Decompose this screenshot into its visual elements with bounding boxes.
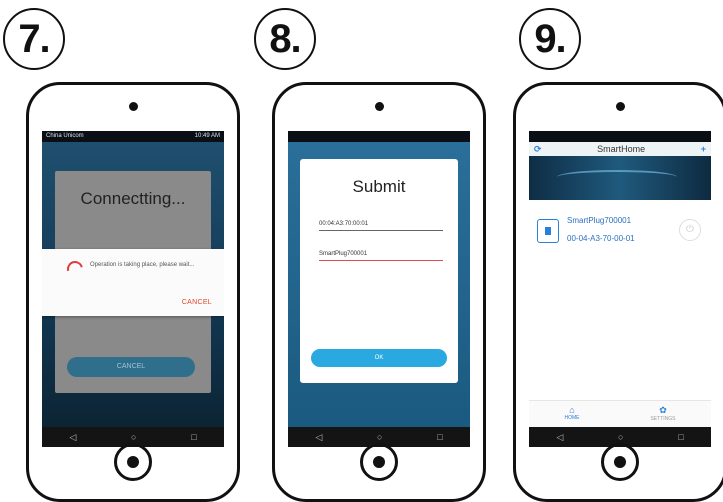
home-icon[interactable]: ○ [377, 432, 382, 442]
dialog-cancel-button[interactable]: CANCEL [67, 357, 195, 377]
screen: ⟳ SmartHome + SmartPlug700001 00-04-A3-7… [529, 131, 711, 447]
back-icon[interactable]: ◁ [69, 432, 76, 443]
tab-settings[interactable]: ✿ SETTINGS [650, 401, 675, 427]
tab-label: SETTINGS [650, 416, 676, 422]
status-bar [529, 131, 711, 142]
alert-message: Operation is taking place, please wait..… [90, 262, 195, 268]
tab-label: HOME [564, 415, 580, 421]
app-header: ⟳ SmartHome + [529, 142, 711, 156]
hardware-home-button[interactable] [601, 443, 639, 481]
back-icon[interactable]: ◁ [556, 432, 563, 443]
carrier-label: China Unicom [46, 133, 84, 139]
device-name-field[interactable]: SmartPlug700001 [319, 247, 443, 261]
step-badge-8: 8. [254, 8, 316, 70]
refresh-icon[interactable]: ⟳ [534, 144, 542, 155]
step-badge-9: 9. [519, 8, 581, 70]
alert-cancel-button[interactable]: CANCEL [182, 299, 212, 306]
dialog-title: Submit [352, 177, 406, 196]
home-icon[interactable]: ○ [131, 432, 136, 442]
spinner-icon [64, 258, 86, 280]
step-number: 8. [269, 16, 301, 61]
recent-apps-icon[interactable]: □ [678, 432, 683, 442]
back-icon[interactable]: ◁ [315, 432, 322, 443]
screen: Submit 00:04:A3:70:00:01 SmartPlug700001… [288, 131, 470, 447]
screen: China Unicom 10:49 AM Connectting... CAN… [42, 131, 224, 447]
ok-button[interactable]: OK [311, 349, 447, 367]
mac-address-field[interactable]: 00:04:A3:70:00:01 [319, 217, 443, 231]
step-badge-7: 7. [3, 8, 65, 70]
device-name: SmartPlug700001 [567, 216, 632, 225]
speaker [128, 102, 138, 111]
banner-image [529, 156, 711, 200]
plug-icon [537, 219, 559, 243]
dialog-title: Connectting... [80, 189, 186, 208]
device-mac: 00-04-A3-70-00-01 [567, 234, 635, 243]
recent-apps-icon[interactable]: □ [437, 432, 442, 442]
recent-apps-icon[interactable]: □ [191, 432, 196, 442]
hardware-home-button[interactable] [360, 443, 398, 481]
hardware-home-button[interactable] [114, 443, 152, 481]
tab-bar: ⌂ HOME ✿ SETTINGS [529, 400, 711, 427]
speaker [374, 102, 384, 111]
phone-smarthome: ⟳ SmartHome + SmartPlug700001 00-04-A3-7… [513, 82, 723, 502]
phone-submit: Submit 00:04:A3:70:00:01 SmartPlug700001… [272, 82, 486, 502]
step-number: 7. [18, 16, 50, 61]
plus-icon[interactable]: + [701, 144, 706, 154]
phone-connecting: China Unicom 10:49 AM Connectting... CAN… [26, 82, 240, 502]
submit-dialog: Submit 00:04:A3:70:00:01 SmartPlug700001… [300, 159, 458, 383]
app-title: SmartHome [597, 144, 646, 154]
speaker [615, 102, 625, 111]
power-icon[interactable]: ⏻ [679, 219, 701, 241]
status-bar: China Unicom 10:49 AM [42, 131, 224, 142]
home-icon[interactable]: ○ [618, 432, 623, 442]
tab-home[interactable]: ⌂ HOME [564, 401, 579, 427]
step-number: 9. [534, 16, 566, 61]
gear-icon: ✿ [659, 405, 667, 415]
progress-alert: Operation is taking place, please wait..… [42, 249, 224, 316]
clock-label: 10:49 AM [194, 133, 220, 139]
device-list-item[interactable]: SmartPlug700001 00-04-A3-70-00-01 ⏻ [537, 213, 703, 247]
status-bar [288, 131, 470, 142]
home-tab-icon: ⌂ [569, 405, 575, 415]
